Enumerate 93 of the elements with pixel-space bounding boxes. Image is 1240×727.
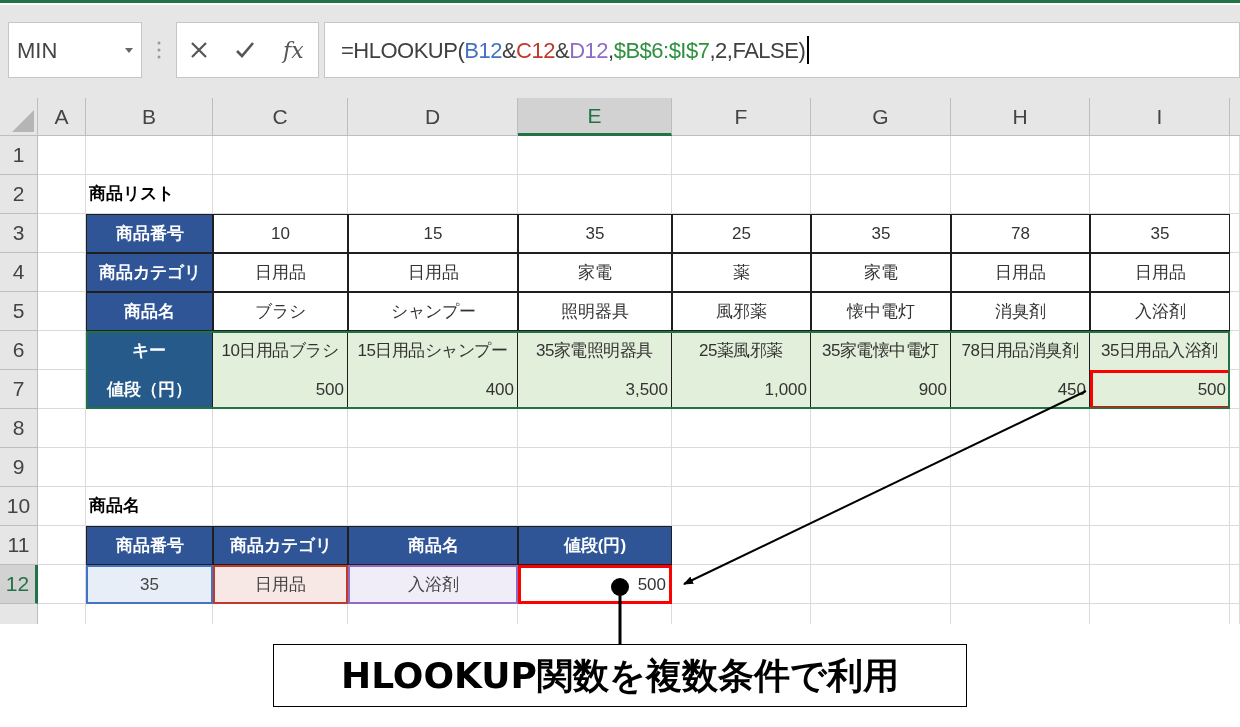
table-cell: 500 xyxy=(1090,370,1230,409)
table-cell: 日用品 xyxy=(1090,253,1230,292)
table-cell: 35 xyxy=(811,214,951,253)
column-header[interactable]: A xyxy=(38,98,86,136)
name-box-value: MIN xyxy=(17,36,58,65)
drag-handle-icon[interactable] xyxy=(157,40,161,60)
header-cell: 商品番号 xyxy=(86,214,213,253)
table-cell: 35家電懐中電灯 xyxy=(811,331,951,370)
table-cell: シャンプー xyxy=(348,292,518,331)
column-header[interactable]: H xyxy=(951,98,1090,136)
row-header[interactable]: 10 xyxy=(0,487,38,526)
row-header[interactable]: 2 xyxy=(0,175,38,214)
leader-line xyxy=(611,578,629,645)
table-cell: ブラシ xyxy=(213,292,348,331)
column-header[interactable]: E xyxy=(518,98,672,136)
select-all-icon[interactable] xyxy=(12,110,34,132)
table-cell: 35 xyxy=(86,565,213,604)
table-cell: 10 xyxy=(213,214,348,253)
row-header[interactable]: 5 xyxy=(0,292,38,331)
table-cell: 10日用品ブラシ xyxy=(213,331,348,370)
table-cell: 500 xyxy=(213,370,348,409)
table-cell: 家電 xyxy=(518,253,672,292)
table-cell: 日用品 xyxy=(213,253,348,292)
table-cell: 400 xyxy=(348,370,518,409)
header-cell: キー xyxy=(86,331,213,370)
empty-cell xyxy=(1230,448,1240,487)
callout-label: HLOOKUP関数を複数条件で利用 xyxy=(273,644,967,707)
table-cell: 薬 xyxy=(672,253,811,292)
table-cell: 35日用品入浴剤 xyxy=(1090,331,1230,370)
column-header[interactable]: G xyxy=(811,98,951,136)
table-cell: 照明器具 xyxy=(518,292,672,331)
header-cell: 商品カテゴリ xyxy=(86,253,213,292)
formula-text: =HLOOKUP(B12&C12&D12,$B$6:$I$7,2,FALSE) xyxy=(341,36,806,65)
check-icon[interactable] xyxy=(236,42,255,58)
table-cell: 日用品 xyxy=(348,253,518,292)
table-cell: 日用品 xyxy=(951,253,1090,292)
dropdown-caret-icon xyxy=(125,47,133,53)
table-cell: 15日用品シャンプー xyxy=(348,331,518,370)
empty-cell xyxy=(1230,409,1240,448)
empty-cell xyxy=(1230,370,1240,409)
formula-input[interactable]: =HLOOKUP(B12&C12&D12,$B$6:$I$7,2,FALSE) xyxy=(324,22,1240,78)
column-header[interactable]: C xyxy=(213,98,348,136)
empty-cell xyxy=(1230,175,1240,214)
table-cell: 500 xyxy=(518,565,672,604)
row-header[interactable]: 12 xyxy=(0,565,38,604)
table-cell: 25 xyxy=(672,214,811,253)
empty-cell xyxy=(1230,253,1240,292)
header-cell: 値段(円) xyxy=(518,526,672,565)
table-cell: 日用品 xyxy=(213,565,348,604)
table-cell: 家電 xyxy=(811,253,951,292)
column-header[interactable]: F xyxy=(672,98,811,136)
table-cell: 入浴剤 xyxy=(1090,292,1230,331)
table-cell: 消臭剤 xyxy=(951,292,1090,331)
name-box[interactable]: MIN xyxy=(8,22,142,78)
table-cell: 入浴剤 xyxy=(348,565,518,604)
insert-function-button[interactable]: fx xyxy=(283,33,304,67)
empty-cell xyxy=(1230,214,1240,253)
table-cell: 25薬風邪薬 xyxy=(672,331,811,370)
row-header[interactable]: 6 xyxy=(0,331,38,370)
row-header[interactable]: 3 xyxy=(0,214,38,253)
row-header[interactable]: 1 xyxy=(0,136,38,175)
table-cell: 3,500 xyxy=(518,370,672,409)
column-header[interactable]: I xyxy=(1090,98,1230,136)
table-cell: 900 xyxy=(811,370,951,409)
table-cell: 78日用品消臭剤 xyxy=(951,331,1090,370)
header-cell: 値段（円） xyxy=(86,370,213,409)
empty-cell xyxy=(1230,565,1240,604)
table-cell: 懐中電灯 xyxy=(811,292,951,331)
row-header[interactable]: 8 xyxy=(0,409,38,448)
column-header[interactable]: D xyxy=(348,98,518,136)
table-cell: 35家電照明器具 xyxy=(518,331,672,370)
empty-cell xyxy=(1230,292,1240,331)
table-cell: 450 xyxy=(951,370,1090,409)
cancel-icon[interactable] xyxy=(191,42,208,58)
row-header[interactable]: 4 xyxy=(0,253,38,292)
row-header[interactable] xyxy=(0,604,38,624)
table-cell: 風邪薬 xyxy=(672,292,811,331)
header-cell: 商品カテゴリ xyxy=(213,526,348,565)
table-cell: 35 xyxy=(1090,214,1230,253)
header-cell: 商品名 xyxy=(348,526,518,565)
table-cell: 15 xyxy=(348,214,518,253)
header-cell: 商品番号 xyxy=(86,526,213,565)
table-cell: 78 xyxy=(951,214,1090,253)
empty-cell xyxy=(1230,331,1240,370)
header-cell: 商品名 xyxy=(86,292,213,331)
empty-cell xyxy=(1230,487,1240,526)
column-header[interactable]: B xyxy=(86,98,213,136)
table-cell: 35 xyxy=(518,214,672,253)
empty-cell xyxy=(1230,526,1240,565)
row-header[interactable]: 9 xyxy=(0,448,38,487)
table-cell: 1,000 xyxy=(672,370,811,409)
row-header[interactable]: 11 xyxy=(0,526,38,565)
row-header[interactable]: 7 xyxy=(0,370,38,409)
